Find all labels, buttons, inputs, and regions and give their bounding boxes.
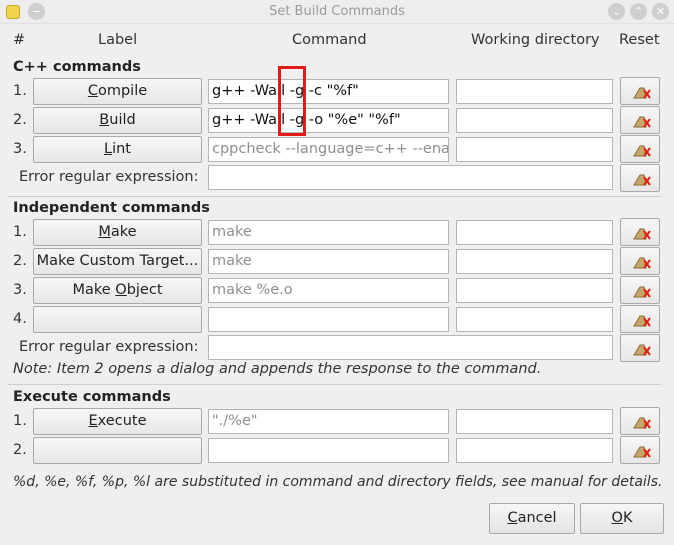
execute-row-1-num: 1. — [13, 413, 27, 429]
lint-workdir-field[interactable] — [456, 137, 613, 162]
clear-broom-icon — [633, 315, 651, 327]
execute-2-label-button[interactable] — [33, 437, 202, 464]
lint-label-button[interactable]: Lint — [33, 136, 202, 163]
substitution-note: %d, %e, %f, %p, %l are substituted in co… — [13, 474, 663, 490]
independent-4-reset-button[interactable] — [620, 305, 660, 333]
independent-row-3-num: 3. — [13, 282, 27, 298]
cpp-section-title: C++ commands — [13, 59, 141, 75]
independent-4-command-field[interactable] — [208, 307, 449, 332]
make-custom-target-label-button[interactable]: Make Custom Target... — [33, 248, 202, 275]
make-custom-target-command-field[interactable]: make — [208, 249, 449, 274]
ok-button[interactable]: OK — [580, 503, 664, 534]
clear-broom-icon — [633, 145, 651, 157]
cpp-row-3-num: 3. — [13, 141, 27, 157]
window-title: Set Build Commands — [269, 4, 405, 19]
build-label-button[interactable]: Build — [33, 107, 202, 134]
execute-2-reset-button[interactable] — [620, 436, 660, 464]
independent-row-2-num: 2. — [13, 253, 27, 269]
separator — [8, 196, 661, 197]
independent-section-title: Independent commands — [13, 200, 210, 216]
compile-command-field[interactable]: g++ -Wall -g -c "%f" — [208, 79, 449, 104]
minimize-button[interactable]: ⌄ — [608, 3, 625, 20]
independent-error-regex-reset-button[interactable] — [620, 334, 660, 362]
execute-row-2-num: 2. — [13, 442, 27, 458]
close-button[interactable]: ✕ — [652, 3, 669, 20]
lint-command-field[interactable]: cppcheck --language=c++ --enab — [208, 137, 449, 162]
make-custom-target-reset-button[interactable] — [620, 247, 660, 275]
execute-command-field[interactable]: "./%e" — [208, 409, 449, 434]
execute-section-title: Execute commands — [13, 389, 171, 405]
cpp-error-regex-reset-button[interactable] — [620, 164, 660, 192]
independent-4-workdir-field[interactable] — [456, 307, 613, 332]
clear-broom-icon — [633, 257, 651, 269]
clear-broom-icon — [633, 116, 651, 128]
execute-2-workdir-field[interactable] — [456, 438, 613, 463]
execute-workdir-field[interactable] — [456, 409, 613, 434]
header-label: Label — [98, 32, 138, 48]
independent-error-regex-label: Error regular expression: — [19, 339, 199, 355]
independent-row-4-num: 4. — [13, 311, 27, 327]
compile-label-button[interactable]: Compile — [33, 78, 202, 105]
cpp-error-regex-label: Error regular expression: — [19, 169, 199, 185]
clear-broom-icon — [633, 446, 651, 458]
lint-reset-button[interactable] — [620, 135, 660, 163]
make-workdir-field[interactable] — [456, 220, 613, 245]
make-object-reset-button[interactable] — [620, 276, 660, 304]
independent-row-1-num: 1. — [13, 224, 27, 240]
compile-reset-button[interactable] — [620, 77, 660, 105]
make-label-button[interactable]: Make — [33, 219, 202, 246]
make-object-workdir-field[interactable] — [456, 278, 613, 303]
cpp-error-regex-field[interactable] — [208, 165, 613, 190]
clear-broom-icon — [633, 87, 651, 99]
build-command-field[interactable]: g++ -Wall -g -o "%e" "%f" — [208, 108, 449, 133]
independent-note: Note: Item 2 opens a dialog and appends … — [13, 361, 542, 377]
independent-4-label-button[interactable] — [33, 306, 202, 333]
execute-2-command-field[interactable] — [208, 438, 449, 463]
cancel-button[interactable]: Cancel — [489, 503, 575, 534]
header-workdir: Working directory — [471, 32, 600, 48]
build-reset-button[interactable] — [620, 106, 660, 134]
make-command-field[interactable]: make — [208, 220, 449, 245]
independent-error-regex-field[interactable] — [208, 335, 613, 360]
title-bar: − Set Build Commands ⌄ ⌃ ✕ — [0, 0, 674, 24]
cpp-row-2-num: 2. — [13, 112, 27, 128]
clear-broom-icon — [633, 228, 651, 240]
make-reset-button[interactable] — [620, 218, 660, 246]
clear-broom-icon — [633, 286, 651, 298]
make-custom-target-workdir-field[interactable] — [456, 249, 613, 274]
execute-label-button[interactable]: Execute — [33, 408, 202, 435]
make-object-command-field[interactable]: make %e.o — [208, 278, 449, 303]
header-num: # — [13, 32, 26, 48]
maximize-button[interactable]: ⌃ — [630, 3, 647, 20]
cpp-row-1-num: 1. — [13, 83, 27, 99]
make-object-label-button[interactable]: Make Object — [33, 277, 202, 304]
build-workdir-field[interactable] — [456, 108, 613, 133]
header-reset: Reset — [619, 32, 660, 48]
execute-reset-button[interactable] — [620, 407, 660, 435]
highlight-box — [278, 66, 306, 136]
clear-broom-icon — [633, 174, 651, 186]
header-command: Command — [292, 32, 367, 48]
separator — [8, 384, 661, 385]
compile-workdir-field[interactable] — [456, 79, 613, 104]
clear-broom-icon — [633, 417, 651, 429]
clear-broom-icon — [633, 344, 651, 356]
